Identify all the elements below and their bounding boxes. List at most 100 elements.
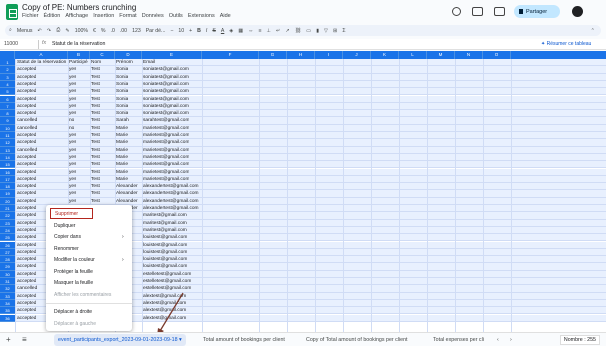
table-cell[interactable]: Test	[91, 125, 100, 132]
table-cell[interactable]: marietest@gmail.com	[143, 132, 189, 139]
table-cell[interactable]: cancelled	[17, 285, 37, 292]
menu-item-copier-dans[interactable]: Copier dans	[54, 234, 81, 240]
table-cell[interactable]: alexandertest@gmail.com	[143, 183, 199, 190]
scroll-tabs-right-icon[interactable]: ›	[510, 337, 512, 343]
number-format-button[interactable]: 123	[132, 28, 141, 34]
table-cell[interactable]: yes	[69, 176, 76, 183]
table-cell[interactable]: Test	[91, 176, 100, 183]
select-all-corner[interactable]	[0, 51, 15, 59]
menu-insertion[interactable]: Insertion	[93, 13, 114, 19]
table-cell[interactable]: no	[69, 117, 74, 124]
table-cell[interactable]: soniatest@gmail.com	[143, 96, 189, 103]
table-cell[interactable]: Test	[91, 117, 100, 124]
summarize-table-button[interactable]: ✦ Résumer ce tableau	[538, 40, 595, 48]
row-header[interactable]: 34	[0, 299, 15, 308]
table-row[interactable]: accepted yes Test Sonia soniatest@gmail.com	[15, 102, 606, 111]
menu-item-masquer-feuille[interactable]: Masquer la feuille	[54, 280, 93, 286]
table-cell[interactable]: accepted	[17, 154, 36, 161]
row-header[interactable]: 36	[0, 314, 15, 322]
document-title[interactable]: Copy of PE: Numbers crunching	[22, 3, 136, 12]
table-cell[interactable]: Sonia	[116, 81, 128, 88]
chart-icon[interactable]: ▮	[316, 28, 319, 34]
table-cell[interactable]: accepted	[17, 103, 36, 110]
column-header[interactable]: D	[115, 51, 142, 59]
formula-input[interactable]: Statut de la réservation	[52, 41, 105, 47]
menu-item-modifier-couleur[interactable]: Modifier la couleur	[54, 257, 95, 263]
text-color-button[interactable]: A	[221, 28, 224, 34]
table-cell[interactable]: Sonia	[116, 88, 128, 95]
table-cell[interactable]: louistest@gmail.com	[143, 242, 187, 249]
table-cell[interactable]: accepted	[17, 139, 36, 146]
selection-count[interactable]: Nombre : 255	[559, 335, 600, 345]
row-header[interactable]: 31	[0, 278, 15, 286]
menu-extensions[interactable]: Extensions	[188, 13, 215, 19]
table-cell[interactable]: Test	[91, 132, 100, 139]
row-header[interactable]: 10	[0, 124, 15, 132]
table-row[interactable]: accepted yes Test Marie marietest@gmail.com	[15, 139, 606, 147]
table-cell[interactable]: Marie	[116, 176, 128, 183]
table-cell[interactable]: Marie	[116, 132, 128, 139]
table-row[interactable]: accepted yes Test Alexander alexandertest@gm…	[15, 190, 606, 198]
table-cell[interactable]: accepted	[17, 96, 36, 103]
table-cell[interactable]: accepted	[17, 212, 36, 219]
search-icon[interactable]: ⌕	[9, 27, 12, 34]
table-row[interactable]: accepted yes Test Sonia soniatest@gmail.com	[15, 88, 606, 96]
column-header[interactable]: I	[315, 51, 343, 59]
table-cell[interactable]: Sonia	[116, 103, 128, 110]
table-cell[interactable]: Test	[91, 161, 100, 168]
table-cell[interactable]: Test	[91, 198, 100, 205]
table-cell[interactable]: Alexander	[116, 190, 138, 197]
table-cell[interactable]: soniatest@gmail.com	[143, 88, 189, 95]
row-header[interactable]: 21	[0, 205, 15, 213]
row-header[interactable]: 13	[0, 146, 15, 154]
row-header[interactable]: 4	[0, 80, 15, 89]
table-cell[interactable]: sarahtest@gmail.com	[143, 117, 189, 124]
column-header[interactable]: O	[483, 51, 511, 59]
table-cell[interactable]: soniatest@gmail.com	[143, 74, 189, 81]
table-cell[interactable]: Sonia	[116, 66, 128, 73]
table-cell[interactable]: Test	[91, 154, 100, 161]
comment-add-icon[interactable]: ▭	[306, 28, 311, 34]
undo-icon[interactable]: ↶	[37, 28, 41, 34]
table-cell[interactable]: accepted	[17, 307, 36, 314]
avatar[interactable]	[572, 6, 583, 17]
table-cell[interactable]: marietest@gmail.com	[143, 147, 189, 154]
table-cell[interactable]: accepted	[17, 263, 36, 270]
row-header[interactable]: 25	[0, 234, 15, 242]
row-header[interactable]: 27	[0, 248, 15, 257]
functions-icon[interactable]: Σ	[342, 28, 345, 34]
add-sheet-icon[interactable]: +	[6, 335, 11, 344]
table-row[interactable]: accepted yes Test Sonia soniatest@gmail.com	[15, 95, 606, 103]
table-cell[interactable]: accepted	[17, 271, 36, 278]
collapse-toolbar-icon[interactable]: ⌃	[591, 28, 595, 34]
table-row[interactable]: cancelled no Test Sarah sarahtest@gmail.com	[15, 117, 606, 125]
row-header[interactable]: 23	[0, 219, 15, 227]
row-header[interactable]: 35	[0, 307, 15, 315]
column-header[interactable]: M	[427, 51, 455, 59]
table-cell[interactable]: Sonia	[116, 96, 128, 103]
table-cell[interactable]: Nom	[91, 59, 101, 66]
table-cell[interactable]: accepted	[17, 81, 36, 88]
valign-icon[interactable]: ⊥	[266, 28, 271, 34]
borders-icon[interactable]: ▦	[238, 28, 243, 34]
table-cell[interactable]: soniatest@gmail.com	[143, 110, 189, 117]
name-box[interactable]: 11000	[4, 41, 18, 47]
table-cell[interactable]: accepted	[17, 300, 36, 307]
table-cell[interactable]: Marie	[116, 169, 128, 176]
table-cell[interactable]: yes	[69, 132, 76, 139]
column-header[interactable]: N	[455, 51, 483, 59]
menu-format[interactable]: Format	[119, 13, 136, 19]
table-cell[interactable]: cancelled	[17, 147, 37, 154]
table-cell[interactable]: yes	[69, 88, 76, 95]
table-cell[interactable]: Test	[91, 103, 100, 110]
table-cell[interactable]: yes	[69, 66, 76, 73]
menu-item-renommer[interactable]: Renommer	[54, 246, 79, 252]
row-header[interactable]: 7	[0, 102, 15, 111]
sheets-logo-icon[interactable]	[6, 4, 18, 20]
table-cell[interactable]: accepted	[17, 132, 36, 139]
wrap-icon[interactable]: ↵	[276, 28, 280, 34]
table-cell[interactable]: Marie	[116, 139, 128, 146]
table-cell[interactable]: Test	[91, 190, 100, 197]
row-header[interactable]: 15	[0, 161, 15, 169]
table-cell[interactable]: louistest@gmail.com	[143, 263, 187, 270]
